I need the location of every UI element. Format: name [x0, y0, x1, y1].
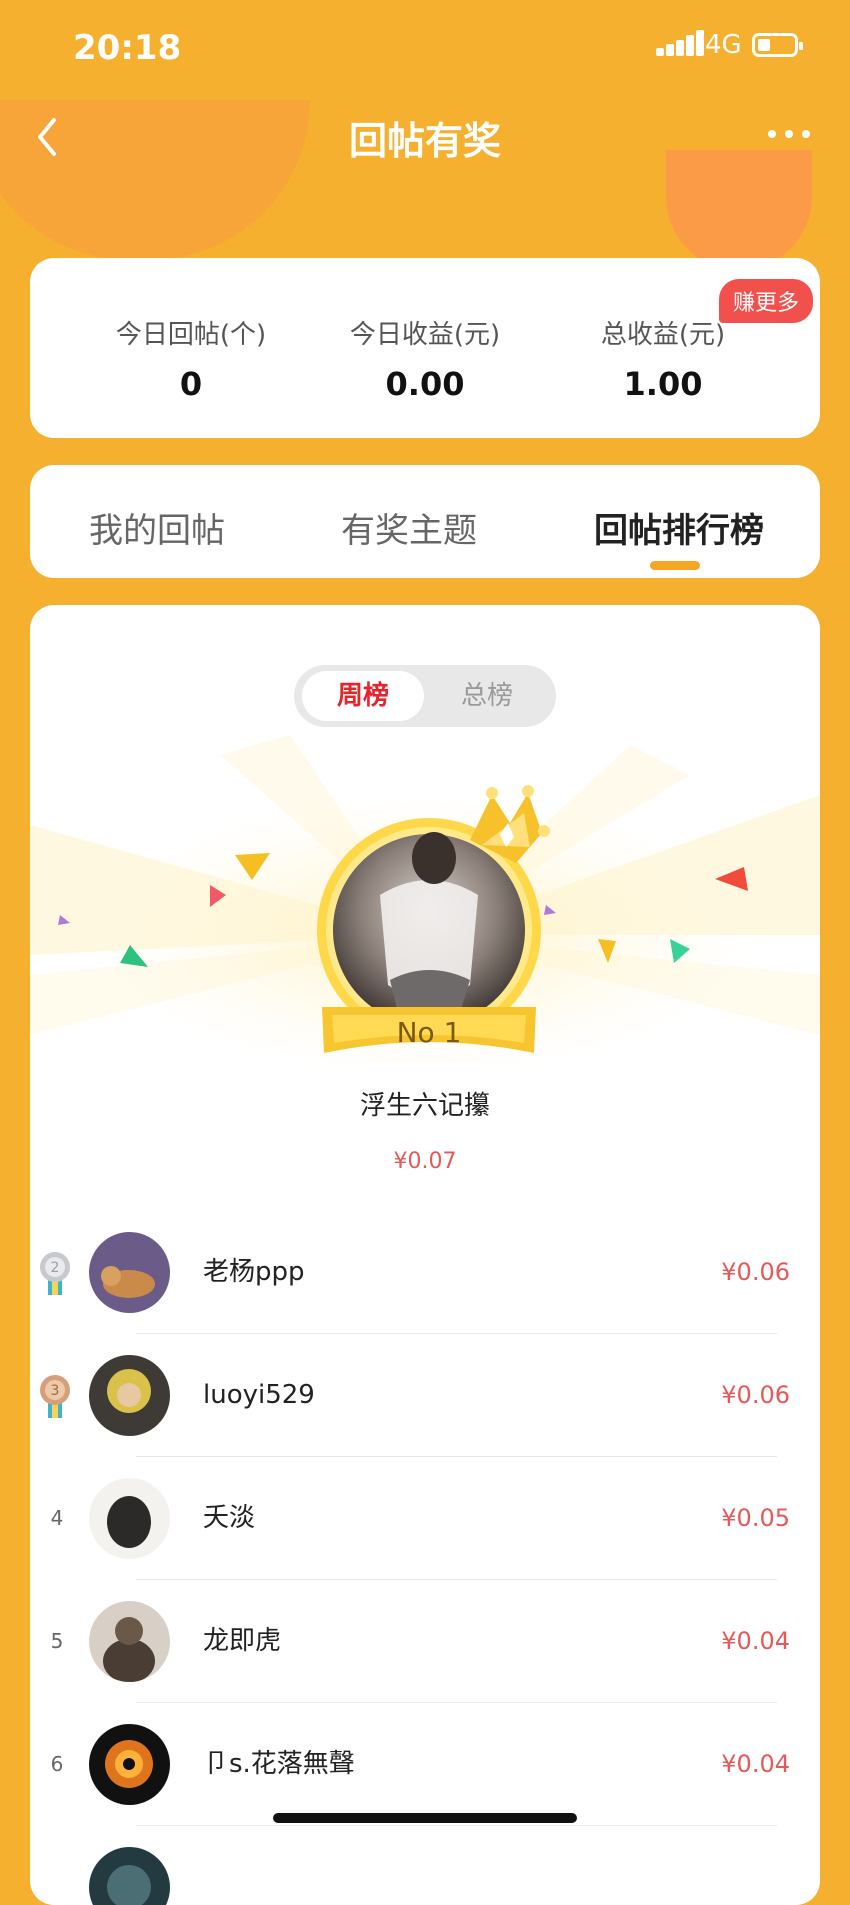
avatar: [89, 1601, 170, 1682]
ranking-row-partial[interactable]: [30, 1826, 820, 1905]
earning-amount: ¥0.05: [721, 1504, 790, 1532]
rank-number: 6: [50, 1752, 64, 1776]
status-time: 20:18: [73, 28, 182, 68]
stat-total-earnings: 总收益(元) 1.00: [538, 314, 788, 403]
bronze-medal-icon: 3: [40, 1375, 70, 1418]
rank-number: 5: [50, 1629, 64, 1653]
tab-reply-ranking[interactable]: 回帖排行榜: [594, 503, 764, 552]
top-rank-burst: No 1: [30, 735, 820, 1065]
battery-icon: [752, 33, 803, 57]
earnings-card: 赚更多 今日回帖(个) 0 今日收益(元) 0.00 总收益(元) 1.00: [30, 258, 820, 438]
ranking-row[interactable]: 6 卩s.花落無聲 ¥0.04: [30, 1703, 820, 1826]
toggle-total[interactable]: 总榜: [426, 671, 548, 721]
stat-value: 0.00: [385, 365, 465, 403]
status-bar: 20:18 4G: [0, 0, 850, 92]
user-name: luoyi529: [203, 1380, 315, 1410]
silver-medal-icon: 2: [40, 1252, 70, 1295]
toggle-weekly[interactable]: 周榜: [302, 671, 424, 721]
stat-value: 1.00: [623, 365, 703, 403]
more-icon[interactable]: [766, 124, 812, 144]
avatar: [89, 1232, 170, 1313]
top-rank-amount: ¥0.07: [393, 1149, 457, 1174]
user-name: 夭淡: [203, 1503, 256, 1533]
tab-my-replies[interactable]: 我的回帖: [89, 503, 225, 552]
ranking-row[interactable]: 5 龙即虎 ¥0.04: [30, 1580, 820, 1703]
tab-bar: 我的回帖 有奖主题 回帖排行榜: [30, 465, 820, 578]
avatar: [89, 1355, 170, 1436]
ranking-row[interactable]: 4 夭淡 ¥0.05: [30, 1457, 820, 1580]
user-name: 龙即虎: [203, 1626, 282, 1656]
stat-label: 今日收益(元): [349, 320, 501, 350]
user-name: 老杨ppp: [203, 1257, 305, 1287]
earning-amount: ¥0.04: [721, 1627, 790, 1655]
tab-indicator: [650, 561, 700, 570]
ranking-card: 周榜 总榜 No 1 浮生六记攥 ¥0.07 2 老杨ppp ¥0.06 3 l…: [30, 605, 820, 1905]
period-toggle: 周榜 总榜: [294, 665, 556, 727]
rank-number: 4: [50, 1506, 64, 1530]
signal-icon: [656, 30, 704, 56]
nav-bar: 回帖有奖: [0, 92, 850, 182]
stat-label: 今日回帖(个): [115, 320, 267, 350]
medal-number: 3: [51, 1383, 60, 1399]
home-indicator: [273, 1813, 577, 1823]
network-label: 4G: [705, 30, 742, 60]
earning-amount: ¥0.04: [721, 1750, 790, 1778]
ranking-row[interactable]: 2 老杨ppp ¥0.06: [30, 1211, 820, 1334]
earning-amount: ¥0.06: [721, 1381, 790, 1409]
top-rank-name: 浮生六记攥: [359, 1091, 490, 1121]
medal-number: 2: [51, 1260, 60, 1276]
avatar: [89, 1724, 170, 1805]
avatar: [89, 1847, 170, 1905]
page-title: 回帖有奖: [348, 119, 501, 163]
stat-today-earnings: 今日收益(元) 0.00: [300, 314, 550, 403]
user-name: 卩s.花落無聲: [203, 1749, 355, 1779]
stat-today-replies: 今日回帖(个) 0: [66, 314, 316, 403]
stat-value: 0: [179, 365, 203, 403]
avatar: [89, 1478, 170, 1559]
earning-amount: ¥0.06: [721, 1258, 790, 1286]
ranking-row[interactable]: 3 luoyi529 ¥0.06: [30, 1334, 820, 1457]
no1-label: No 1: [397, 1016, 462, 1049]
stat-label: 总收益(元): [600, 320, 726, 350]
tab-reward-topics[interactable]: 有奖主题: [341, 503, 477, 552]
